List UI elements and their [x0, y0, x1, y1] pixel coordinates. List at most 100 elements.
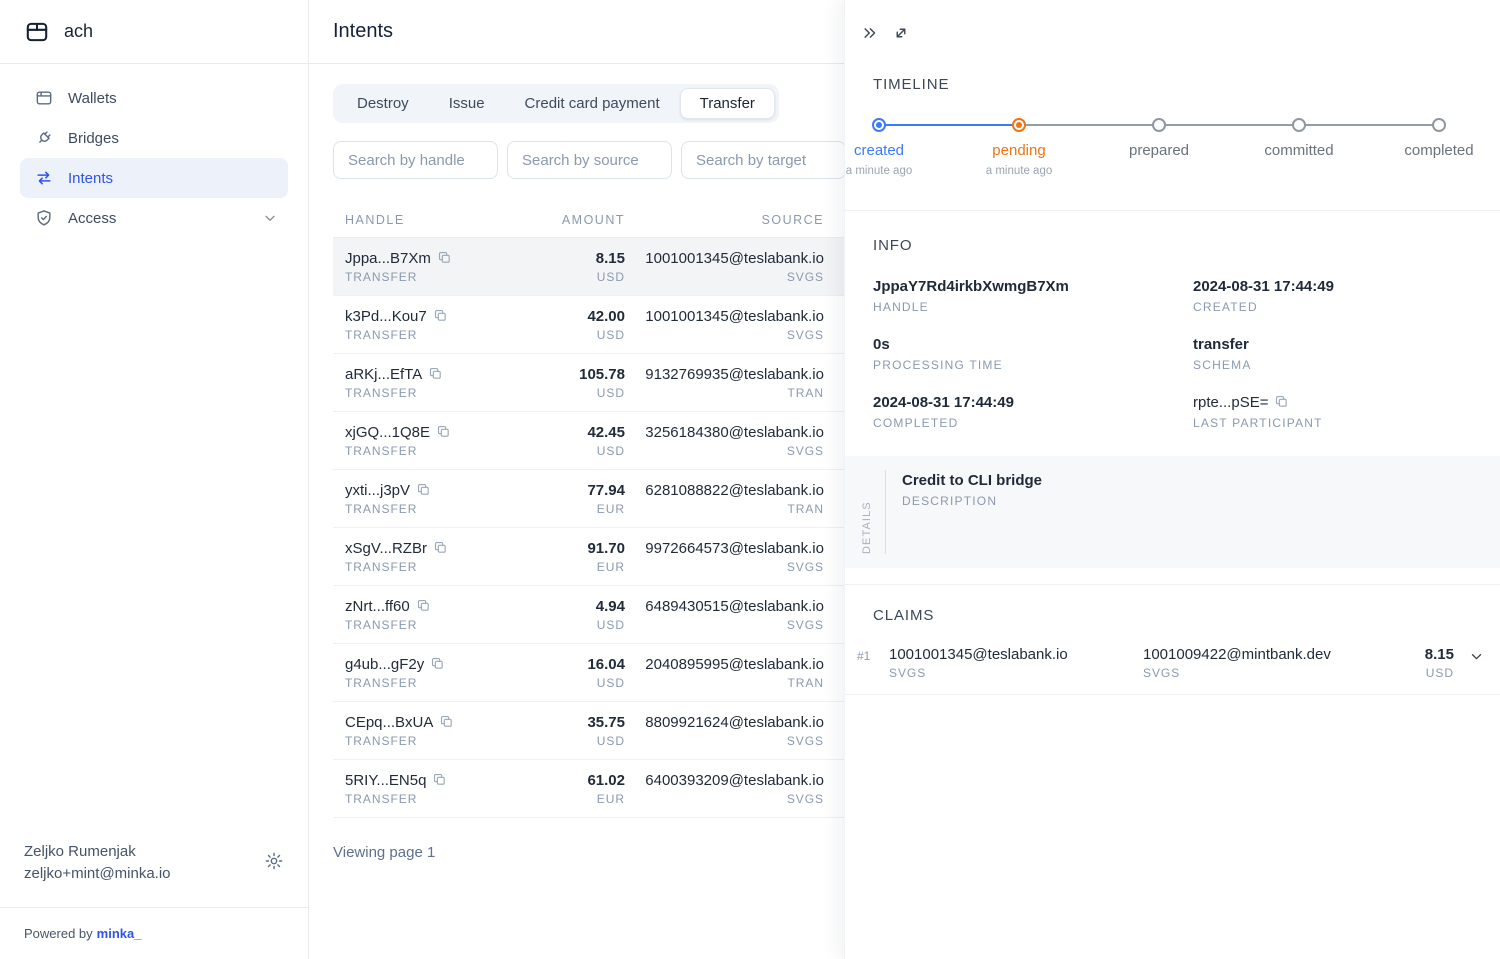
- table-header: HANDLE AMOUNT SOURCE: [333, 202, 844, 238]
- gear-icon[interactable]: [264, 851, 284, 871]
- details-band: DETAILS Credit to CLI bridge DESCRIPTION: [845, 456, 1500, 568]
- table-row[interactable]: xSgV...RZBrTRANSFER 91.70EUR 9972664573@…: [333, 528, 844, 586]
- tab-destroy[interactable]: Destroy: [337, 88, 429, 119]
- column-header-source: SOURCE: [625, 213, 824, 227]
- timeline-heading: TIMELINE: [873, 76, 1500, 93]
- details-side-label: DETAILS: [861, 456, 873, 568]
- intent-type: TRANSFER: [345, 560, 515, 574]
- intent-source: 2040895995@teslabank.io: [625, 656, 824, 673]
- intent-handle: aRKj...EfTA: [345, 366, 422, 383]
- timeline-step-label: completed: [1404, 142, 1473, 159]
- intent-handle: xjGQ...1Q8E: [345, 424, 430, 441]
- intent-timeline: created a minute ago pending a minute ag…: [873, 118, 1472, 184]
- table-row[interactable]: zNrt...ff60TRANSFER 4.94USD 6489430515@t…: [333, 586, 844, 644]
- intent-detail-panel: TIMELINE created a minute ago pending a …: [844, 0, 1500, 959]
- intent-currency: USD: [515, 444, 625, 458]
- intent-amount: 105.78: [515, 366, 625, 383]
- copy-icon[interactable]: [430, 656, 445, 671]
- user-block: Zeljko Rumenjak zeljko+mint@minka.io: [0, 823, 308, 907]
- intent-source-wallet: TRAN: [625, 502, 824, 516]
- app-window: ach Wallets Bridges: [0, 0, 1500, 959]
- intent-type: TRANSFER: [345, 270, 515, 284]
- intent-amount: 42.45: [515, 424, 625, 441]
- search-by-handle-input[interactable]: [333, 141, 498, 179]
- sidebar-item-intents[interactable]: Intents: [20, 158, 288, 198]
- table-row[interactable]: 5RIY...EN5qTRANSFER 61.02EUR 6400393209@…: [333, 760, 844, 818]
- intent-source-wallet: SVGS: [625, 444, 824, 458]
- intent-source-wallet: SVGS: [625, 734, 824, 748]
- column-header-amount: AMOUNT: [515, 213, 625, 227]
- copy-icon[interactable]: [1274, 394, 1289, 409]
- intent-currency: USD: [515, 328, 625, 342]
- tab-transfer[interactable]: Transfer: [680, 88, 775, 119]
- intent-type: TRANSFER: [345, 676, 515, 690]
- sidebar-item-access[interactable]: Access: [20, 198, 288, 238]
- claim-amount: 8.15 USD: [1374, 646, 1454, 680]
- info-field-handle: JppaY7Rd4irkbXwmgB7Xm HANDLE: [873, 278, 1193, 314]
- intent-handle: xSgV...RZBr: [345, 540, 427, 557]
- sidebar-item-wallets[interactable]: Wallets: [20, 78, 288, 118]
- tab-credit-card-payment[interactable]: Credit card payment: [505, 88, 680, 119]
- table-row[interactable]: CEpq...BxUATRANSFER 35.75USD 8809921624@…: [333, 702, 844, 760]
- copy-icon[interactable]: [433, 540, 448, 555]
- intent-type-tabs: Destroy Issue Credit card payment Transf…: [333, 84, 779, 123]
- section-divider: [845, 210, 1500, 211]
- info-field-created: 2024-08-31 17:44:49 CREATED: [1193, 278, 1472, 314]
- app-name: ach: [64, 21, 93, 42]
- intent-handle: 5RIY...EN5q: [345, 772, 426, 789]
- powered-by: Powered byminka_: [0, 907, 308, 959]
- table-row[interactable]: k3Pd...Kou7TRANSFER 42.00USD 1001001345@…: [333, 296, 844, 354]
- claim-row[interactable]: #1 1001001345@teslabank.io SVGS 10010094…: [845, 638, 1500, 695]
- intent-type: TRANSFER: [345, 386, 515, 400]
- intent-source: 3256184380@teslabank.io: [625, 424, 824, 441]
- intent-currency: EUR: [515, 560, 625, 574]
- timeline-step-time: a minute ago: [846, 165, 913, 177]
- sidebar-item-label: Access: [68, 210, 116, 227]
- details-content: Credit to CLI bridge DESCRIPTION: [886, 456, 1042, 568]
- sidebar-item-bridges[interactable]: Bridges: [20, 118, 288, 158]
- copy-icon[interactable]: [433, 308, 448, 323]
- intent-source-wallet: TRAN: [625, 386, 824, 400]
- copy-icon[interactable]: [428, 366, 443, 381]
- intent-handle: yxti...j3pV: [345, 482, 410, 499]
- claim-source: 1001001345@teslabank.io SVGS: [889, 646, 1143, 680]
- table-row[interactable]: yxti...j3pVTRANSFER 77.94EUR 6281088822@…: [333, 470, 844, 528]
- info-heading: INFO: [873, 237, 1500, 254]
- table-row[interactable]: xjGQ...1Q8ETRANSFER 42.45USD 3256184380@…: [333, 412, 844, 470]
- minka-brand-link[interactable]: minka_: [97, 926, 142, 941]
- intent-amount: 8.15: [515, 250, 625, 267]
- expand-panel-icon[interactable]: [892, 24, 910, 42]
- copy-icon[interactable]: [436, 424, 451, 439]
- timeline-dot-created: [872, 118, 886, 132]
- search-by-source-input[interactable]: [507, 141, 672, 179]
- intent-amount: 16.04: [515, 656, 625, 673]
- copy-icon[interactable]: [439, 714, 454, 729]
- copy-icon[interactable]: [416, 482, 431, 497]
- table-row[interactable]: aRKj...EfTATRANSFER 105.78USD 9132769935…: [333, 354, 844, 412]
- info-label: SCHEMA: [1193, 358, 1472, 372]
- info-value: JppaY7Rd4irkbXwmgB7Xm: [873, 278, 1193, 295]
- intent-amount: 91.70: [515, 540, 625, 557]
- copy-icon[interactable]: [437, 250, 452, 265]
- intent-source-wallet: SVGS: [625, 270, 824, 284]
- copy-icon[interactable]: [416, 598, 431, 613]
- info-value: 2024-08-31 17:44:49: [1193, 278, 1472, 295]
- claim-currency: USD: [1374, 666, 1454, 680]
- tab-issue[interactable]: Issue: [429, 88, 505, 119]
- collapse-panel-icon[interactable]: [861, 24, 879, 42]
- chevron-down-icon[interactable]: [1454, 646, 1484, 680]
- page-title: Intents: [333, 20, 393, 43]
- intent-type: TRANSFER: [345, 792, 515, 806]
- info-value: transfer: [1193, 336, 1472, 353]
- search-by-target-input[interactable]: [681, 141, 846, 179]
- shield-check-icon: [34, 208, 54, 228]
- table-row[interactable]: g4ub...gF2yTRANSFER 16.04USD 2040895995@…: [333, 644, 844, 702]
- table-row[interactable]: Jppa...B7XmTRANSFER 8.15USD 1001001345@t…: [333, 238, 844, 296]
- intent-source: 1001001345@teslabank.io: [625, 308, 824, 325]
- sidebar-nav: Wallets Bridges Intents: [0, 64, 308, 823]
- intent-handle: CEpq...BxUA: [345, 714, 433, 731]
- claim-target-wallet: SVGS: [1143, 666, 1374, 680]
- info-label: PROCESSING TIME: [873, 358, 1193, 372]
- claim-source-wallet: SVGS: [889, 666, 1143, 680]
- copy-icon[interactable]: [432, 772, 447, 787]
